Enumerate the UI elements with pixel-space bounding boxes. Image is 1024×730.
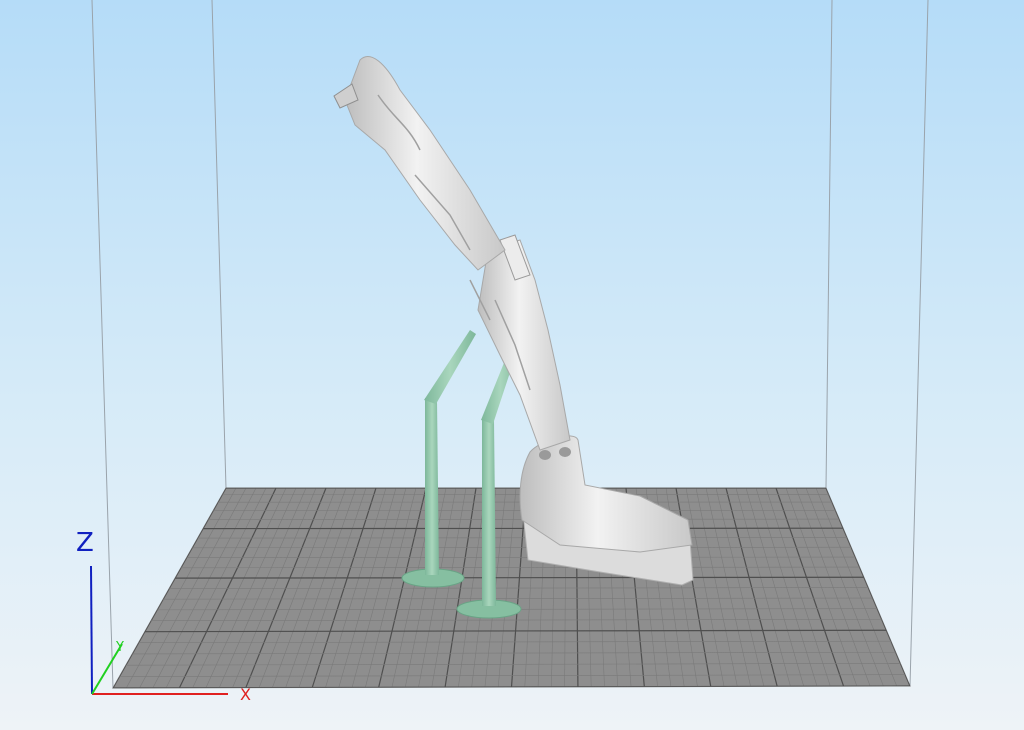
y-axis-label: Y	[115, 640, 124, 655]
z-axis-line	[90, 565, 93, 695]
3d-viewport[interactable]: Z Y X	[0, 0, 1024, 730]
upper-leg	[344, 56, 506, 271]
print-bed	[112, 487, 911, 689]
x-axis-label: X	[240, 685, 251, 704]
z-axis-label: Z	[76, 528, 94, 558]
scene-canvas[interactable]: Z Y X	[0, 0, 1024, 730]
